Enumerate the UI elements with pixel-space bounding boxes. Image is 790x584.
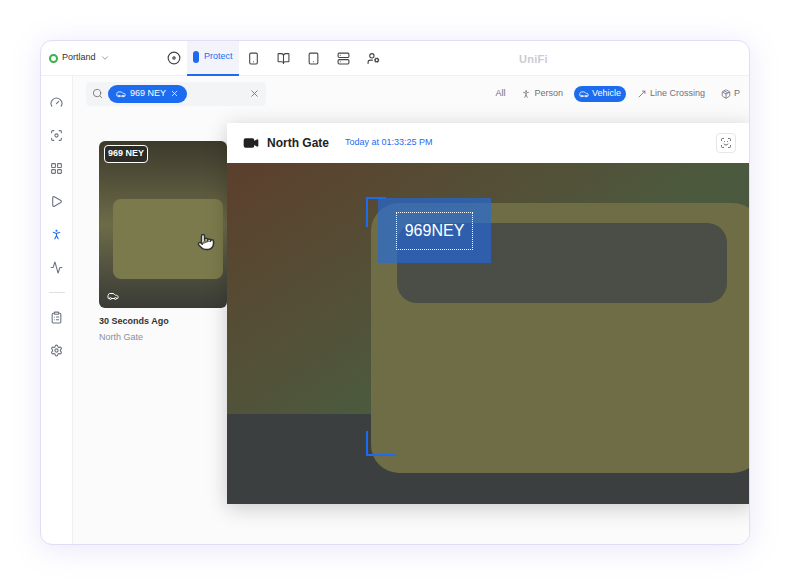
- scan-icon: [720, 137, 732, 149]
- remove-chip-icon[interactable]: [170, 89, 179, 98]
- unifi-logo: UniFi: [519, 51, 548, 68]
- event-time: 30 Seconds Ago: [99, 315, 227, 329]
- popup-timestamp: Today at 01:33:25 PM: [345, 136, 433, 150]
- app-icon-button[interactable]: [269, 52, 299, 65]
- app-icon: [247, 52, 260, 65]
- grid-icon: [50, 162, 63, 175]
- car-icon: [579, 89, 589, 99]
- popup-header: North Gate Today at 01:33:25 PM: [227, 123, 750, 163]
- face-scan-button[interactable]: [716, 133, 736, 153]
- app-switcher-icon[interactable]: [161, 51, 187, 65]
- search-chip[interactable]: 969 NEY: [108, 85, 187, 103]
- app-icon-button[interactable]: [359, 52, 389, 65]
- filter-tab[interactable]: P: [716, 86, 745, 102]
- settings-icon: [50, 344, 63, 357]
- app-icon: [307, 52, 320, 65]
- sidebar-item[interactable]: [50, 251, 63, 284]
- detail-popup: North Gate Today at 01:33:25 PM 969NEY: [227, 123, 750, 504]
- disc-icon: [167, 51, 181, 65]
- app-tab-label: Protect: [204, 50, 233, 64]
- event-camera: North Gate: [99, 331, 227, 345]
- main: 969 NEYAllPersonVehicleLine CrossingP969…: [73, 76, 749, 544]
- line-crossing-icon: [637, 89, 647, 99]
- sidebar-item[interactable]: [50, 301, 63, 334]
- app-icon: [367, 52, 380, 65]
- filter-tabs: All Person Vehicle Line Crossing P: [490, 86, 745, 102]
- sidebar-divider: [49, 292, 65, 293]
- detection-icon: [50, 228, 63, 241]
- dashboard-icon: [50, 96, 63, 109]
- chip-label: 969 NEY: [130, 87, 166, 101]
- filter-label: Line Crossing: [650, 87, 705, 101]
- person-icon: [521, 89, 531, 99]
- filter-label: All: [495, 87, 505, 101]
- app-icon-button[interactable]: [239, 52, 269, 65]
- location-label: Portland: [62, 51, 96, 65]
- page: Portland Protect UniFi 969 NEY All Person Vehi…: [0, 0, 790, 584]
- vehicle-icon: [107, 290, 119, 302]
- play-icon: [50, 195, 63, 208]
- plate-detection-box: 969NEY: [378, 198, 491, 263]
- filter-label: Person: [534, 87, 563, 101]
- plate-detection-label: 969NEY: [396, 212, 474, 250]
- log-icon: [50, 311, 63, 324]
- plate-icon: [116, 89, 126, 99]
- filter-tab[interactable]: Person: [516, 86, 568, 102]
- popup-photo: 969NEY: [227, 163, 750, 504]
- toolbar: 969 NEY All Person Vehicle Line Crossing P: [73, 81, 749, 106]
- event-card[interactable]: 969 NEY 30 Seconds Ago North Gate: [99, 141, 227, 344]
- app-icon: [277, 52, 290, 65]
- app-window: Portland Protect UniFi 969 NEY All Person Vehi…: [40, 40, 750, 545]
- protect-icon: [193, 51, 199, 63]
- event-thumbnail: 969 NEY: [99, 141, 227, 308]
- location-selector[interactable]: Portland: [41, 51, 161, 65]
- popup-camera: North Gate: [267, 134, 329, 152]
- camera-icon: [243, 135, 259, 151]
- filter-label: Vehicle: [592, 87, 621, 101]
- plate-label: 969 NEY: [104, 145, 148, 163]
- sidebar-item[interactable]: [50, 218, 63, 251]
- filter-tab[interactable]: Vehicle: [574, 86, 626, 102]
- app-icon: [337, 52, 350, 65]
- app-icon-button[interactable]: [299, 52, 329, 65]
- package-icon: [721, 89, 731, 99]
- chevron-down-icon: [100, 53, 110, 63]
- search-icon: [92, 88, 103, 99]
- sidebar-item[interactable]: [50, 119, 63, 152]
- filter-tab[interactable]: Line Crossing: [632, 86, 710, 102]
- sidebar: [41, 76, 73, 544]
- app-icon-button[interactable]: [329, 52, 359, 65]
- filter-label: P: [734, 87, 740, 101]
- hand-cursor-icon: [197, 233, 215, 251]
- alarm-icon: [50, 261, 63, 274]
- body: 969 NEYAllPersonVehicleLine CrossingP969…: [41, 76, 749, 544]
- app-tab[interactable]: Protect: [187, 41, 239, 76]
- sidebar-item[interactable]: [50, 152, 63, 185]
- status-dot-icon: [49, 54, 58, 63]
- filter-tab[interactable]: All: [490, 86, 510, 102]
- search-field[interactable]: 969 NEY: [86, 82, 266, 106]
- camera-focus-icon: [50, 129, 63, 142]
- detection-corner-bottom: [366, 431, 396, 456]
- sidebar-item[interactable]: [50, 334, 63, 367]
- clear-search-icon[interactable]: [249, 88, 260, 99]
- top-bar: Portland Protect UniFi: [41, 41, 749, 76]
- sidebar-item[interactable]: [50, 86, 63, 119]
- sidebar-item[interactable]: [50, 185, 63, 218]
